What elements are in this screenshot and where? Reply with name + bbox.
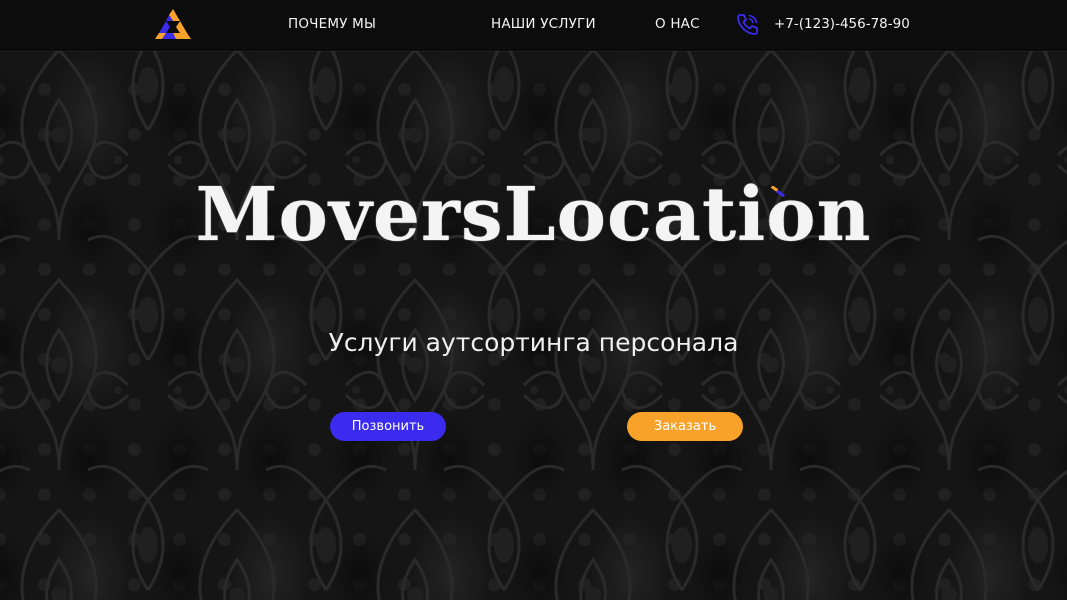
hero-subtitle: Услуги аутсортинга персонала	[328, 328, 739, 357]
nav-link-about[interactable]: О НАС	[655, 16, 700, 32]
phone-number-link[interactable]: +7-(123)-456-78-90	[774, 16, 910, 32]
logo-triangle-icon[interactable]	[153, 7, 193, 43]
nav-link-services[interactable]: НАШИ УСЛУГИ	[491, 16, 596, 32]
damask-background	[0, 0, 1067, 600]
title-accent-mark	[770, 186, 786, 198]
landing-page: ПОЧЕМУ МЫ НАШИ УСЛУГИ О НАС +7-(123)-456…	[0, 0, 1067, 600]
order-button[interactable]: Заказать	[627, 412, 743, 441]
nav-link-why-us[interactable]: ПОЧЕМУ МЫ	[288, 16, 376, 32]
phone-ringing-icon[interactable]	[735, 12, 760, 37]
hero-title: MoversLocation	[195, 172, 872, 258]
call-button[interactable]: Позвонить	[330, 412, 446, 441]
top-navbar: ПОЧЕМУ МЫ НАШИ УСЛУГИ О НАС +7-(123)-456…	[0, 0, 1067, 51]
